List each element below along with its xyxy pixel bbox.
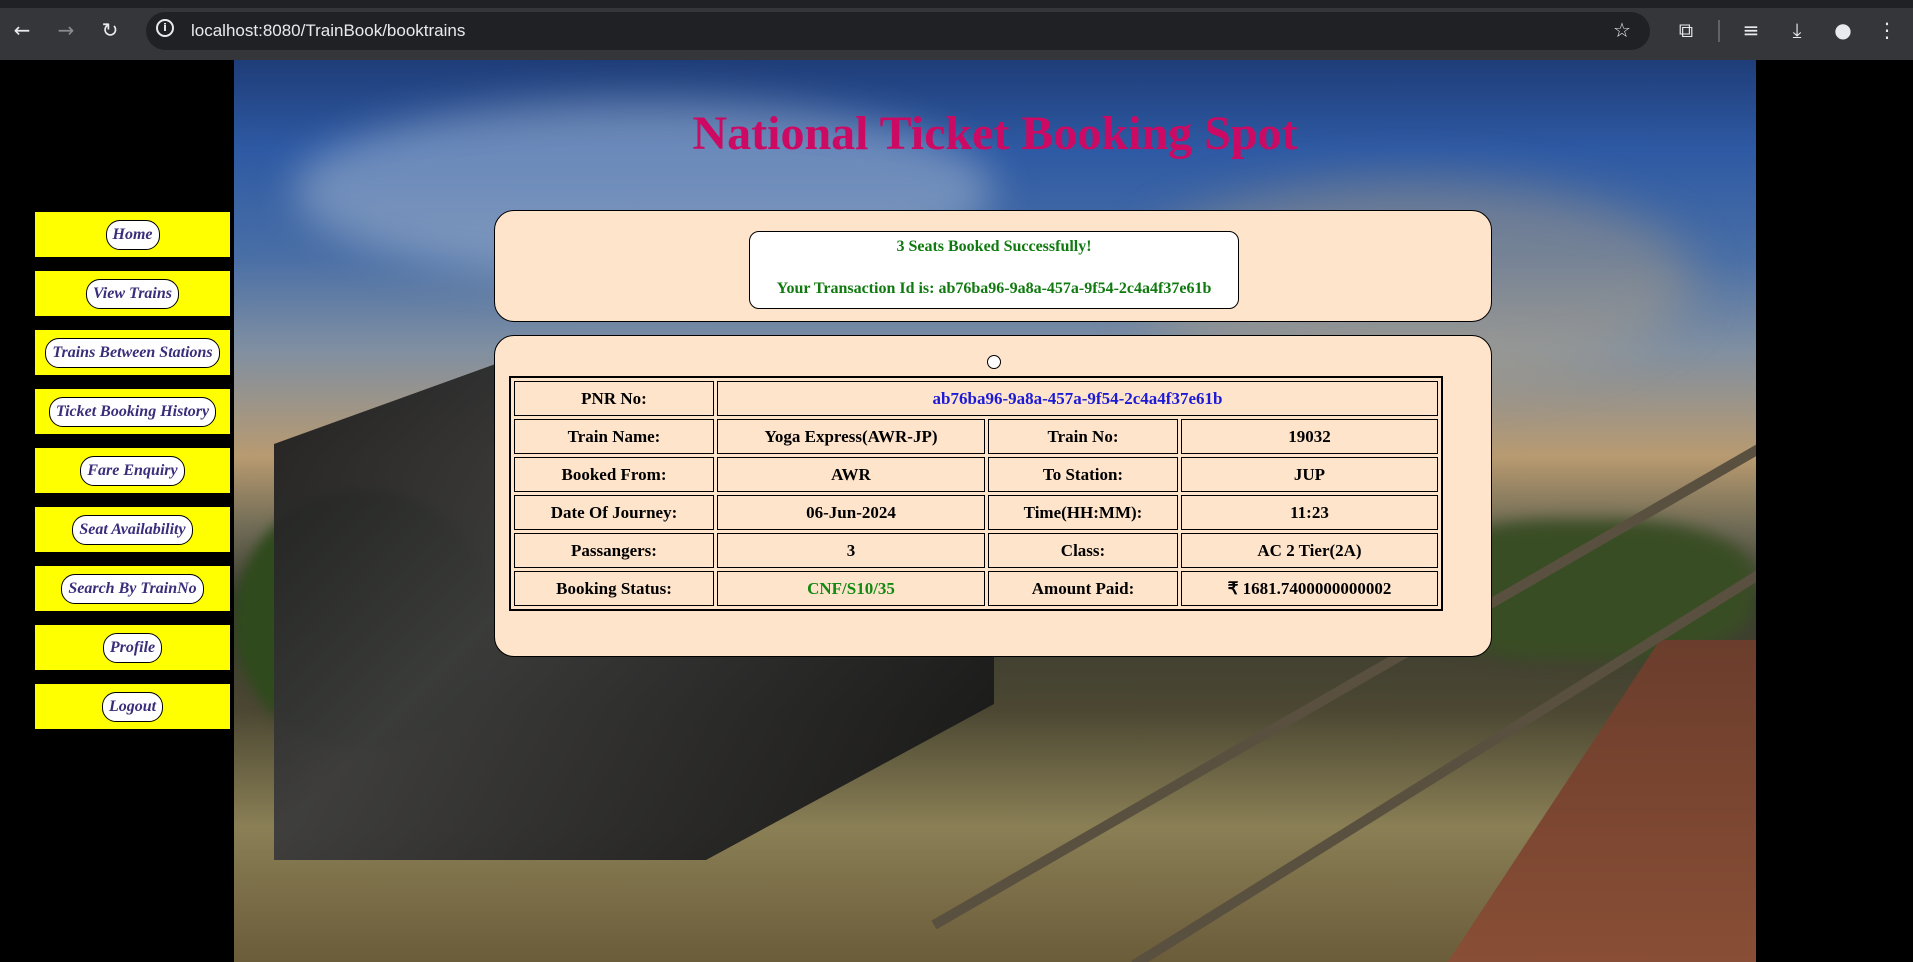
success-message: 3 Seats Booked Successfully! Your Transa…: [749, 231, 1239, 309]
site-info-icon[interactable]: i: [156, 19, 174, 37]
sidebar-item-view-trains[interactable]: View Trains: [34, 270, 231, 317]
success-text: 3 Seats Booked Successfully!: [896, 238, 1092, 255]
sidebar-item-logout[interactable]: Logout: [34, 683, 231, 730]
tab-strip: [0, 0, 1913, 8]
amount-value: ₹ 1681.7400000000002: [1181, 571, 1438, 606]
table-row: Booking Status: CNF/S10/35 Amount Paid: …: [514, 571, 1438, 606]
sidebar-link-booking-history[interactable]: Ticket Booking History: [48, 396, 217, 427]
to-label: To Station:: [988, 457, 1178, 492]
date-label: Date Of Journey:: [514, 495, 714, 530]
star-icon[interactable]: ☆: [1608, 16, 1636, 44]
sidebar-link-search-by-trainno[interactable]: Search By TrainNo: [61, 573, 204, 604]
amount-label: Amount Paid:: [988, 571, 1178, 606]
train-name-label: Train Name:: [514, 419, 714, 454]
transaction-id-text: Your Transaction Id is: ab76ba96-9a8a-45…: [776, 280, 1212, 297]
passengers-value: 3: [717, 533, 985, 568]
back-icon[interactable]: ←: [10, 18, 34, 42]
train-no-value: 19032: [1181, 419, 1438, 454]
toolbar-divider: [1718, 20, 1720, 42]
sidebar-item-booking-history[interactable]: Ticket Booking History: [34, 388, 231, 435]
status-label: Booking Status:: [514, 571, 714, 606]
forward-icon[interactable]: →: [54, 18, 78, 42]
train-name-value: Yoga Express(AWR-JP): [717, 419, 985, 454]
table-row: Passangers: 3 Class: AC 2 Tier(2A): [514, 533, 1438, 568]
extensions-icon[interactable]: ⧉: [1672, 16, 1700, 44]
passengers-label: Passangers:: [514, 533, 714, 568]
table-row: PNR No: ab76ba96-9a8a-457a-9f54-2c4a4f37…: [514, 381, 1438, 416]
sidebar-link-home[interactable]: Home: [105, 219, 160, 250]
page: National Ticket Booking Spot Home View T…: [0, 60, 1913, 962]
time-value: 11:23: [1181, 495, 1438, 530]
from-value: AWR: [717, 457, 985, 492]
sidebar-link-seat-availability[interactable]: Seat Availability: [72, 514, 193, 545]
sidebar-link-view-trains[interactable]: View Trains: [86, 278, 179, 309]
table-row: Date Of Journey: 06-Jun-2024 Time(HH:MM)…: [514, 495, 1438, 530]
sidebar-item-profile[interactable]: Profile: [34, 624, 231, 671]
browser-toolbar: ← → ↻ i localhost:8080/TrainBook/booktra…: [0, 0, 1913, 60]
sidebar-item-search-by-trainno[interactable]: Search By TrainNo: [34, 565, 231, 612]
bg-platform: [1436, 640, 1756, 962]
reload-icon[interactable]: ↻: [98, 18, 122, 42]
class-label: Class:: [988, 533, 1178, 568]
table-row: Train Name: Yoga Express(AWR-JP) Train N…: [514, 419, 1438, 454]
sidebar-link-logout[interactable]: Logout: [101, 691, 164, 722]
sidebar-item-home[interactable]: Home: [34, 211, 231, 258]
status-value: CNF/S10/35: [717, 571, 985, 606]
media-icon[interactable]: ≡: [1737, 16, 1765, 44]
sidebar-item-fare-enquiry[interactable]: Fare Enquiry: [34, 447, 231, 494]
url-text[interactable]: localhost:8080/TrainBook/booktrains: [191, 19, 465, 43]
download-icon[interactable]: ⤓: [1783, 16, 1811, 44]
train-no-label: Train No:: [988, 419, 1178, 454]
pnr-label: PNR No:: [514, 381, 714, 416]
to-value: JUP: [1181, 457, 1438, 492]
pnr-value: ab76ba96-9a8a-457a-9f54-2c4a4f37e61b: [717, 381, 1438, 416]
sidebar-link-fare-enquiry[interactable]: Fare Enquiry: [80, 455, 185, 486]
sidebar-link-trains-between-stations[interactable]: Trains Between Stations: [45, 337, 220, 368]
message-panel: 3 Seats Booked Successfully! Your Transa…: [494, 210, 1492, 322]
sidebar-item-seat-availability[interactable]: Seat Availability: [34, 506, 231, 553]
time-label: Time(HH:MM):: [988, 495, 1178, 530]
sidebar-link-profile[interactable]: Profile: [102, 632, 163, 663]
sidebar-item-trains-between-stations[interactable]: Trains Between Stations: [34, 329, 231, 376]
date-value: 06-Jun-2024: [717, 495, 985, 530]
class-value: AC 2 Tier(2A): [1181, 533, 1438, 568]
table-row: Booked From: AWR To Station: JUP: [514, 457, 1438, 492]
ticket-table: PNR No: ab76ba96-9a8a-457a-9f54-2c4a4f37…: [509, 376, 1443, 611]
menu-icon[interactable]: ⋮: [1873, 16, 1901, 44]
ticket-panel: PNR No: ab76ba96-9a8a-457a-9f54-2c4a4f37…: [494, 335, 1492, 657]
page-title: National Ticket Booking Spot: [692, 107, 1298, 160]
profile-icon[interactable]: ●: [1829, 16, 1857, 44]
radio-button[interactable]: [987, 355, 1001, 369]
from-label: Booked From:: [514, 457, 714, 492]
